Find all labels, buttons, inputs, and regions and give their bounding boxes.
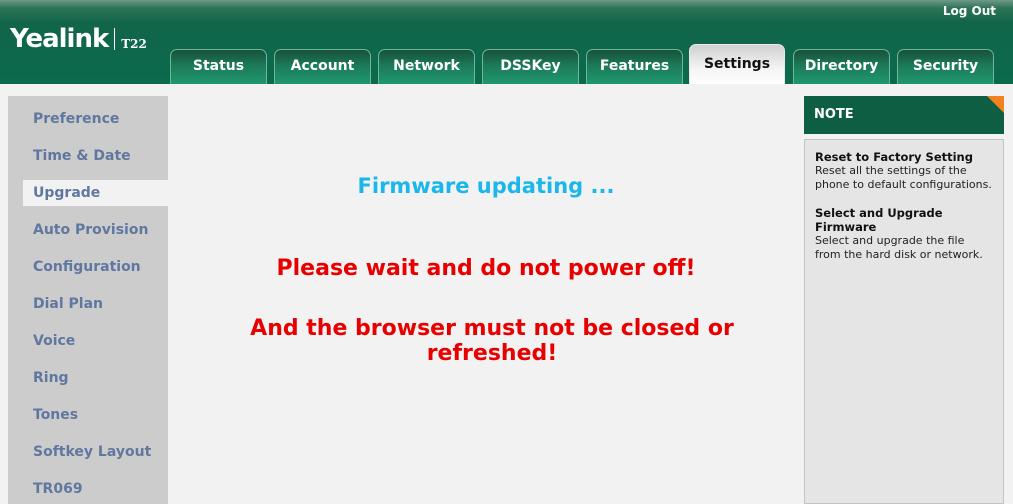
sidebar-item-dial-plan[interactable]: Dial Plan xyxy=(33,291,103,317)
tab-dsskey[interactable]: DSSKey xyxy=(482,49,579,84)
tab-directory[interactable]: Directory xyxy=(793,49,890,84)
tab-settings[interactable]: Settings xyxy=(689,44,785,84)
tab-status[interactable]: Status xyxy=(170,49,267,84)
sidebar-item-auto-provision[interactable]: Auto Provision xyxy=(33,217,148,243)
note-corner-icon xyxy=(987,96,1004,113)
tab-features[interactable]: Features xyxy=(586,49,683,84)
logo-separator xyxy=(114,28,116,50)
sidebar-item-tones[interactable]: Tones xyxy=(33,402,78,428)
sidebar-item-ring[interactable]: Ring xyxy=(33,365,69,391)
sidebar: Preference Time & Date Upgrade Auto Prov… xyxy=(8,96,183,504)
logo-brand: Yealink xyxy=(10,24,109,54)
note-header: NOTE xyxy=(804,96,1004,134)
power-warning-text: Please wait and do not power off! xyxy=(276,256,696,281)
browser-warning-text: And the browser must not be closed or re… xyxy=(250,316,734,366)
sidebar-item-preference[interactable]: Preference xyxy=(33,106,119,132)
logout-link[interactable]: Log Out xyxy=(943,4,996,18)
logo-model: T22 xyxy=(121,37,147,51)
tab-security[interactable]: Security xyxy=(897,49,994,84)
note-title: NOTE xyxy=(814,107,854,122)
tab-network[interactable]: Network xyxy=(378,49,475,84)
sidebar-item-voice[interactable]: Voice xyxy=(33,328,75,354)
firmware-status-text: Firmware updating ... xyxy=(357,174,615,198)
note-item-title: Reset to Factory Setting xyxy=(815,150,973,164)
sidebar-item-upgrade[interactable]: Upgrade xyxy=(23,180,183,206)
header: Yealink T22 Log Out Status Account Netwo… xyxy=(0,0,1013,84)
sidebar-item-time-date[interactable]: Time & Date xyxy=(33,143,131,169)
sidebar-item-tr069[interactable]: TR069 xyxy=(33,476,83,502)
sidebar-item-configuration[interactable]: Configuration xyxy=(33,254,141,280)
yealink-logo: Yealink T22 xyxy=(10,24,147,54)
main-content: Firmware updating ... Please wait and do… xyxy=(176,84,796,504)
sidebar-item-softkey-layout[interactable]: Softkey Layout xyxy=(33,439,151,465)
note-panel: Reset to Factory Setting Reset all the s… xyxy=(804,139,1004,504)
tab-account[interactable]: Account xyxy=(274,49,371,84)
note-item-text: Select and upgrade the file from the har… xyxy=(815,234,983,261)
note-item-title: Select and Upgrade Firmware xyxy=(815,206,943,234)
note-item-text: Reset all the settings of the phone to d… xyxy=(815,164,992,191)
